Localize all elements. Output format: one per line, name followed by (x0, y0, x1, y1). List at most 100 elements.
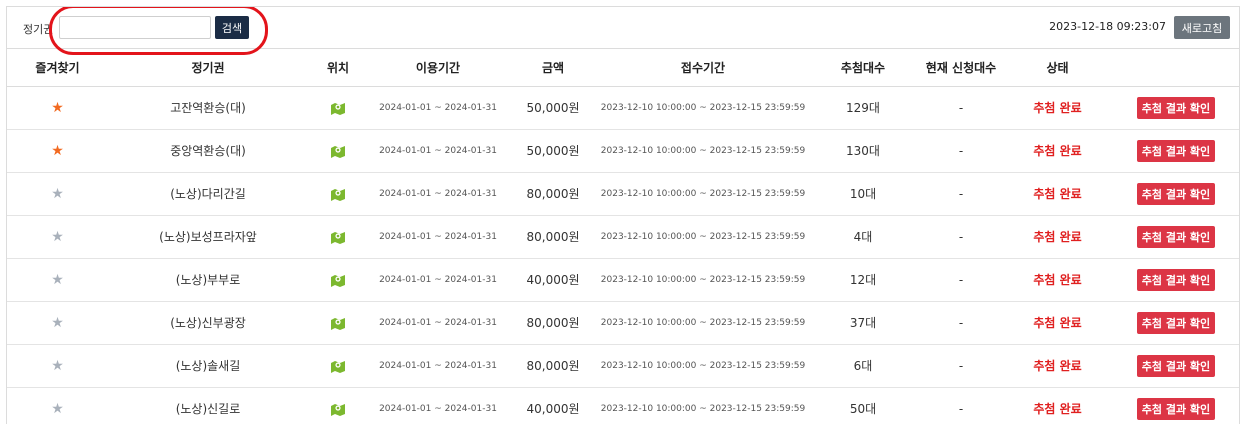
col-pass-name: 정기권 (108, 49, 308, 87)
current-count: - (918, 344, 1004, 388)
col-location: 위치 (308, 49, 368, 87)
draw-count: 130대 (808, 129, 918, 173)
map-icon[interactable] (330, 402, 346, 416)
status-text: 추첨 완료 (1004, 129, 1111, 173)
favorite-star-icon[interactable]: ★ (51, 100, 64, 116)
usage-period: 2024-01-01 ~ 2024-01-31 (368, 301, 508, 345)
apply-period: 2023-12-10 10:00:00 ~ 2023-12-15 23:59:5… (598, 387, 808, 424)
check-result-button[interactable]: 추첨 결과 확인 (1137, 182, 1215, 205)
draw-count: 50대 (808, 387, 918, 424)
apply-period: 2023-12-10 10:00:00 ~ 2023-12-15 23:59:5… (598, 129, 808, 173)
price: 40,000원 (508, 258, 598, 302)
col-status: 상태 (1004, 49, 1111, 87)
status-text: 추첨 완료 (1004, 344, 1111, 388)
apply-period: 2023-12-10 10:00:00 ~ 2023-12-15 23:59:5… (598, 215, 808, 259)
table-row: ★ (노상)솔새길 2024-01-01 ~ 2024-01-31 80,000… (7, 344, 1239, 388)
current-count: - (918, 387, 1004, 424)
col-apply-period: 접수기간 (598, 49, 808, 87)
map-icon[interactable] (330, 359, 346, 373)
usage-period: 2024-01-01 ~ 2024-01-31 (368, 258, 508, 302)
current-count: - (918, 258, 1004, 302)
price: 80,000원 (508, 344, 598, 388)
map-icon[interactable] (330, 230, 346, 244)
draw-count: 4대 (808, 215, 918, 259)
pass-name: (노상)신부광장 (108, 301, 308, 345)
apply-period: 2023-12-10 10:00:00 ~ 2023-12-15 23:59:5… (598, 344, 808, 388)
favorite-star-icon[interactable]: ★ (51, 272, 64, 288)
map-icon[interactable] (330, 316, 346, 330)
status-text: 추첨 완료 (1004, 387, 1111, 424)
col-draw-count: 추첨대수 (808, 49, 918, 87)
apply-period: 2023-12-10 10:00:00 ~ 2023-12-15 23:59:5… (598, 258, 808, 302)
price: 80,000원 (508, 215, 598, 259)
price: 80,000원 (508, 172, 598, 216)
current-count: - (918, 129, 1004, 173)
price: 40,000원 (508, 387, 598, 424)
price: 50,000원 (508, 86, 598, 130)
map-icon[interactable] (330, 273, 346, 287)
usage-period: 2024-01-01 ~ 2024-01-31 (368, 129, 508, 173)
col-action (1111, 49, 1239, 87)
table-row: ★ (노상)신부광장 2024-01-01 ~ 2024-01-31 80,00… (7, 301, 1239, 345)
pass-name: (노상)보성프라자앞 (108, 215, 308, 259)
draw-count: 37대 (808, 301, 918, 345)
timestamp: 2023-12-18 09:23:07 (1049, 20, 1166, 33)
check-result-button[interactable]: 추첨 결과 확인 (1137, 397, 1215, 420)
pass-name: (노상)솔새길 (108, 344, 308, 388)
map-icon[interactable] (330, 144, 346, 158)
table-row: ★ (노상)부부로 2024-01-01 ~ 2024-01-31 40,000… (7, 258, 1239, 302)
draw-count: 12대 (808, 258, 918, 302)
apply-period: 2023-12-10 10:00:00 ~ 2023-12-15 23:59:5… (598, 172, 808, 216)
pass-name: (노상)부부로 (108, 258, 308, 302)
usage-period: 2024-01-01 ~ 2024-01-31 (368, 344, 508, 388)
favorite-star-icon[interactable]: ★ (51, 358, 64, 374)
apply-period: 2023-12-10 10:00:00 ~ 2023-12-15 23:59:5… (598, 301, 808, 345)
search-label: 정기권 (23, 23, 54, 36)
season-pass-table: 즐겨찾기 정기권 위치 이용기간 금액 접수기간 추첨대수 현재 신청대수 상태… (7, 49, 1239, 424)
pass-name: (노상)다리간길 (108, 172, 308, 216)
price: 50,000원 (508, 129, 598, 173)
map-icon[interactable] (330, 187, 346, 201)
favorite-star-icon[interactable]: ★ (51, 229, 64, 245)
season-pass-panel: 정기권 검색 2023-12-18 09:23:07 새로고침 즐겨찾기 정기권… (6, 6, 1240, 424)
status-text: 추첨 완료 (1004, 86, 1111, 130)
usage-period: 2024-01-01 ~ 2024-01-31 (368, 172, 508, 216)
check-result-button[interactable]: 추첨 결과 확인 (1137, 354, 1215, 377)
usage-period: 2024-01-01 ~ 2024-01-31 (368, 387, 508, 424)
refresh-button[interactable]: 새로고침 (1174, 16, 1230, 39)
table-row: ★ 중앙역환승(대) 2024-01-01 ~ 2024-01-31 50,00… (7, 129, 1239, 173)
pass-name: 중앙역환승(대) (108, 129, 308, 173)
favorite-star-icon[interactable]: ★ (51, 315, 64, 331)
status-text: 추첨 완료 (1004, 215, 1111, 259)
check-result-button[interactable]: 추첨 결과 확인 (1137, 225, 1215, 248)
col-favorite: 즐겨찾기 (7, 49, 108, 87)
usage-period: 2024-01-01 ~ 2024-01-31 (368, 86, 508, 130)
check-result-button[interactable]: 추첨 결과 확인 (1137, 311, 1215, 334)
check-result-button[interactable]: 추첨 결과 확인 (1137, 96, 1215, 119)
table-header-row: 즐겨찾기 정기권 위치 이용기간 금액 접수기간 추첨대수 현재 신청대수 상태 (7, 49, 1239, 87)
draw-count: 129대 (808, 86, 918, 130)
col-current-count: 현재 신청대수 (918, 49, 1004, 87)
table-row: ★ 고잔역환승(대) 2024-01-01 ~ 2024-01-31 50,00… (7, 86, 1239, 130)
check-result-button[interactable]: 추첨 결과 확인 (1137, 139, 1215, 162)
search-button[interactable]: 검색 (215, 16, 249, 39)
status-text: 추첨 완료 (1004, 172, 1111, 216)
toolbar: 정기권 검색 2023-12-18 09:23:07 새로고침 (7, 7, 1239, 55)
current-count: - (918, 172, 1004, 216)
favorite-star-icon[interactable]: ★ (51, 143, 64, 159)
table-row: ★ (노상)다리간길 2024-01-01 ~ 2024-01-31 80,00… (7, 172, 1239, 216)
favorite-star-icon[interactable]: ★ (51, 401, 64, 417)
favorite-star-icon[interactable]: ★ (51, 186, 64, 202)
search-input[interactable] (59, 16, 211, 39)
current-count: - (918, 301, 1004, 345)
map-icon[interactable] (330, 101, 346, 115)
table-row: ★ (노상)보성프라자앞 2024-01-01 ~ 2024-01-31 80,… (7, 215, 1239, 259)
status-text: 추첨 완료 (1004, 258, 1111, 302)
price: 80,000원 (508, 301, 598, 345)
apply-period: 2023-12-10 10:00:00 ~ 2023-12-15 23:59:5… (598, 86, 808, 130)
draw-count: 10대 (808, 172, 918, 216)
check-result-button[interactable]: 추첨 결과 확인 (1137, 268, 1215, 291)
col-price: 금액 (508, 49, 598, 87)
col-period: 이용기간 (368, 49, 508, 87)
status-text: 추첨 완료 (1004, 301, 1111, 345)
